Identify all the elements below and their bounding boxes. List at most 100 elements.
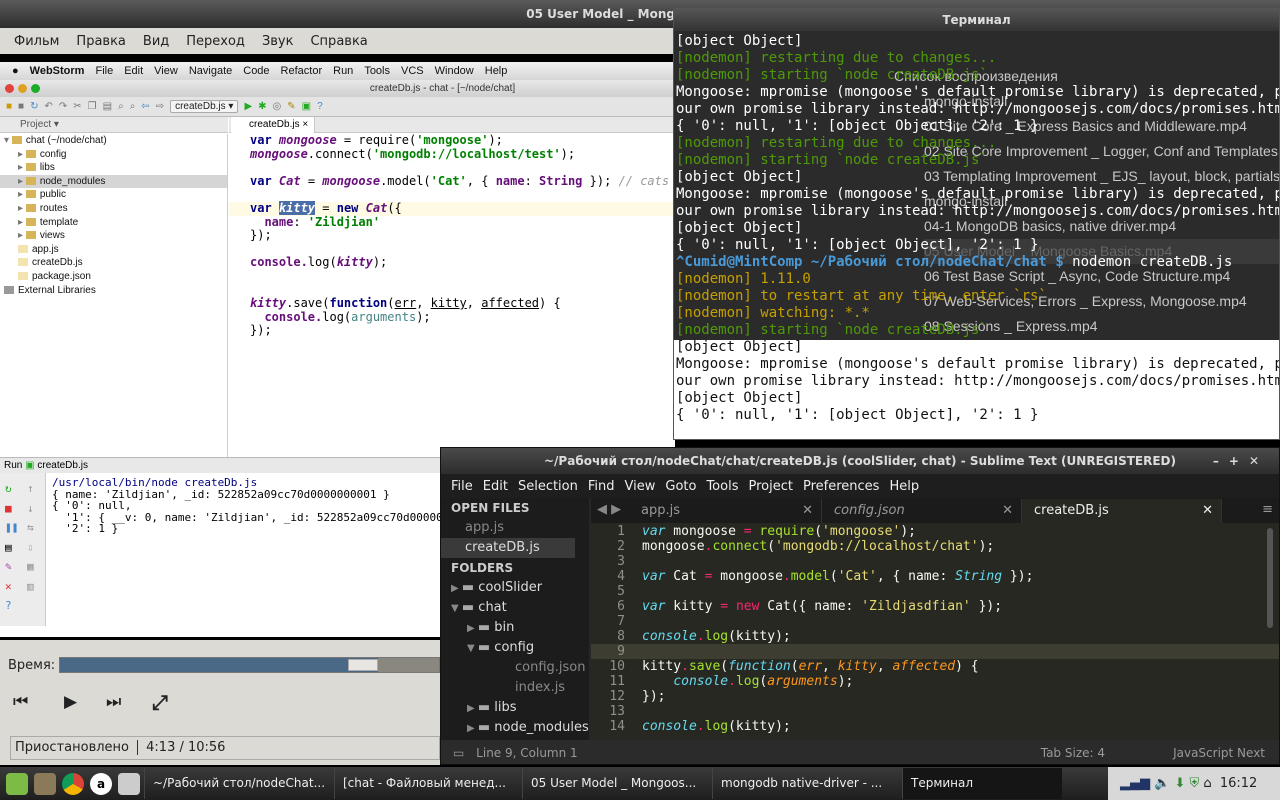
network-icon[interactable]: ▂▄▆ (1108, 776, 1150, 791)
code-editor[interactable]: 1 var mongoose = require('mongoose'); 2 mon… (591, 524, 1279, 740)
paste-icon[interactable]: ▤ (103, 101, 112, 112)
redo-icon[interactable]: ↷ (59, 101, 67, 112)
chrome-launcher-icon[interactable] (62, 772, 84, 795)
tab-app-js[interactable]: app.js ✕ (629, 499, 822, 523)
menu-go[interactable]: Переход (186, 34, 245, 49)
pause-icon[interactable]: ❚❚ (5, 518, 18, 538)
seek-slider[interactable] (59, 657, 440, 673)
menu-project[interactable]: Project (748, 479, 792, 494)
tree-item[interactable]: app.js (0, 243, 227, 257)
tab-createdb-js[interactable]: createDB.js ✕ (1022, 499, 1222, 523)
expand-arrow-icon[interactable]: ▶ (451, 583, 462, 594)
open-icon[interactable]: ■ (6, 101, 12, 112)
minimize-button[interactable] (18, 84, 27, 93)
stop-icon[interactable]: ■ (5, 499, 18, 519)
tree-item[interactable]: ▸ template (0, 216, 227, 230)
debug-icon[interactable]: ✱ (258, 101, 266, 112)
tab-nav-arrows[interactable]: ◀ ▶ (597, 502, 621, 517)
close-icon[interactable]: ✕ (5, 577, 18, 597)
tree-item[interactable]: package.json (0, 270, 227, 284)
scroll-end-icon[interactable]: ⇩ (27, 538, 34, 558)
down-icon[interactable]: ↓ (27, 499, 34, 519)
layout-icon[interactable]: ▤ (5, 538, 18, 558)
tab-config-json[interactable]: config.json ✕ (822, 499, 1022, 523)
menu-selection[interactable]: Selection (518, 479, 578, 494)
syntax-mode[interactable]: JavaScript Next (1173, 740, 1265, 764)
close-tab-icon[interactable]: ✕ (802, 499, 813, 523)
folder-item[interactable]: config.json (441, 658, 589, 678)
find-icon[interactable]: ⌕ (118, 101, 124, 112)
close-tab-icon[interactable]: × (302, 119, 308, 130)
menu-sound[interactable]: Звук (262, 34, 294, 49)
code-editor[interactable]: var mongoose = require('mongoose'); mongo… (229, 133, 675, 457)
wrap-icon[interactable]: ⇆ (27, 518, 34, 538)
tree-item[interactable]: ▸ routes (0, 202, 227, 216)
menu-tools[interactable]: Tools (364, 65, 390, 77)
taskbar-item-video[interactable]: 05 User Model _ Mongoos... (522, 768, 708, 799)
close-tab-icon[interactable]: ✕ (1002, 499, 1013, 523)
folder-item[interactable]: ▶ ▬ libs (441, 698, 589, 718)
expand-arrow-icon[interactable]: ▶ (467, 723, 478, 734)
terminal-output[interactable]: [object Object] [nodemon] restarting due … (676, 33, 1279, 424)
taskbar-item-files[interactable]: [chat - Файловый менед... (334, 768, 518, 799)
shield-icon[interactable]: ⛨ (1190, 776, 1200, 791)
print-icon[interactable]: ▦ (27, 557, 34, 577)
maximize-button[interactable] (31, 84, 40, 93)
expand-arrow-icon[interactable]: ▸ (18, 189, 26, 200)
menu-film[interactable]: Фильм (14, 34, 59, 49)
expand-arrow-icon[interactable]: ▼ (467, 643, 478, 654)
folder-item[interactable]: ▶ ▬ coolSlider (441, 578, 589, 598)
folder-item[interactable]: index.js (441, 678, 589, 698)
menu-refactor[interactable]: Refactor (281, 65, 323, 77)
menu-help[interactable]: Help (485, 65, 508, 77)
copy-icon[interactable]: ❐ (88, 101, 97, 112)
tree-item[interactable]: ▸ public (0, 188, 227, 202)
text-editor-launcher-icon[interactable] (118, 772, 140, 795)
menu-edit[interactable]: Edit (124, 65, 143, 77)
settings-icon[interactable]: ✎ (287, 101, 295, 112)
menu-navigate[interactable]: Navigate (189, 65, 232, 77)
tree-item[interactable]: ▸ views (0, 229, 227, 243)
folder-item[interactable]: ▶ ▬ bin (441, 618, 589, 638)
menu-vcs[interactable]: VCS (401, 65, 424, 77)
tree-item[interactable]: ▸ libs (0, 161, 227, 175)
menu-app[interactable]: WebStorm (30, 65, 85, 77)
forward-icon[interactable]: ⇨ (156, 101, 164, 112)
taskbar-item-terminal[interactable]: Терминал (902, 768, 1062, 799)
tree-item[interactable]: createDb.js (0, 256, 227, 270)
menu-view[interactable]: View (154, 65, 178, 77)
play-button[interactable]: ▶ (64, 692, 77, 712)
expand-arrow-icon[interactable]: ▸ (18, 203, 26, 214)
menu-code[interactable]: Code (243, 65, 269, 77)
menu-help[interactable]: Help (889, 479, 919, 494)
menu-view[interactable]: Вид (143, 34, 169, 49)
clock[interactable]: 16:12 (1216, 776, 1257, 791)
seek-handle[interactable] (348, 659, 379, 671)
node-icon[interactable]: ▣ (302, 101, 311, 112)
folder-item[interactable]: ▼ ▬ chat (441, 598, 589, 618)
menu-find[interactable]: Find (588, 479, 615, 494)
menu-preferences[interactable]: Preferences (803, 479, 879, 494)
expand-arrow-icon[interactable]: ▸ (18, 149, 26, 160)
fullscreen-button[interactable]: ⤢ (152, 690, 168, 714)
back-icon[interactable]: ⇦ (141, 101, 149, 112)
menu-window[interactable]: Window (435, 65, 474, 77)
run-tab[interactable]: createDb.js (37, 460, 88, 471)
help-icon[interactable]: ? (5, 596, 18, 616)
trash-icon[interactable]: ▥ (27, 577, 34, 597)
expand-arrow-icon[interactable]: ▶ (467, 703, 478, 714)
mint-menu-icon[interactable] (6, 772, 28, 795)
tab-size[interactable]: Tab Size: 4 (1041, 740, 1105, 764)
tree-item[interactable]: External Libraries (0, 284, 227, 298)
taskbar-item-chrome[interactable]: mongodb native-driver - ... (712, 768, 898, 799)
panel-icon[interactable]: ▭ (441, 746, 464, 760)
open-file-item[interactable]: createDB.js (441, 538, 575, 558)
folder-item[interactable]: ▼ ▬ config (441, 638, 589, 658)
undo-icon[interactable]: ↶ (44, 101, 52, 112)
expand-arrow-icon[interactable]: ▸ (18, 176, 26, 187)
run-icon[interactable]: ▶ (244, 101, 252, 112)
expand-arrow-icon[interactable]: ▾ (4, 135, 12, 146)
taskbar-item-sublime[interactable]: ~/Рабочий стол/nodeChat... (144, 768, 330, 799)
menu-help[interactable]: Справка (310, 34, 367, 49)
run-config-select[interactable]: createDb.js ▾ (170, 100, 239, 113)
